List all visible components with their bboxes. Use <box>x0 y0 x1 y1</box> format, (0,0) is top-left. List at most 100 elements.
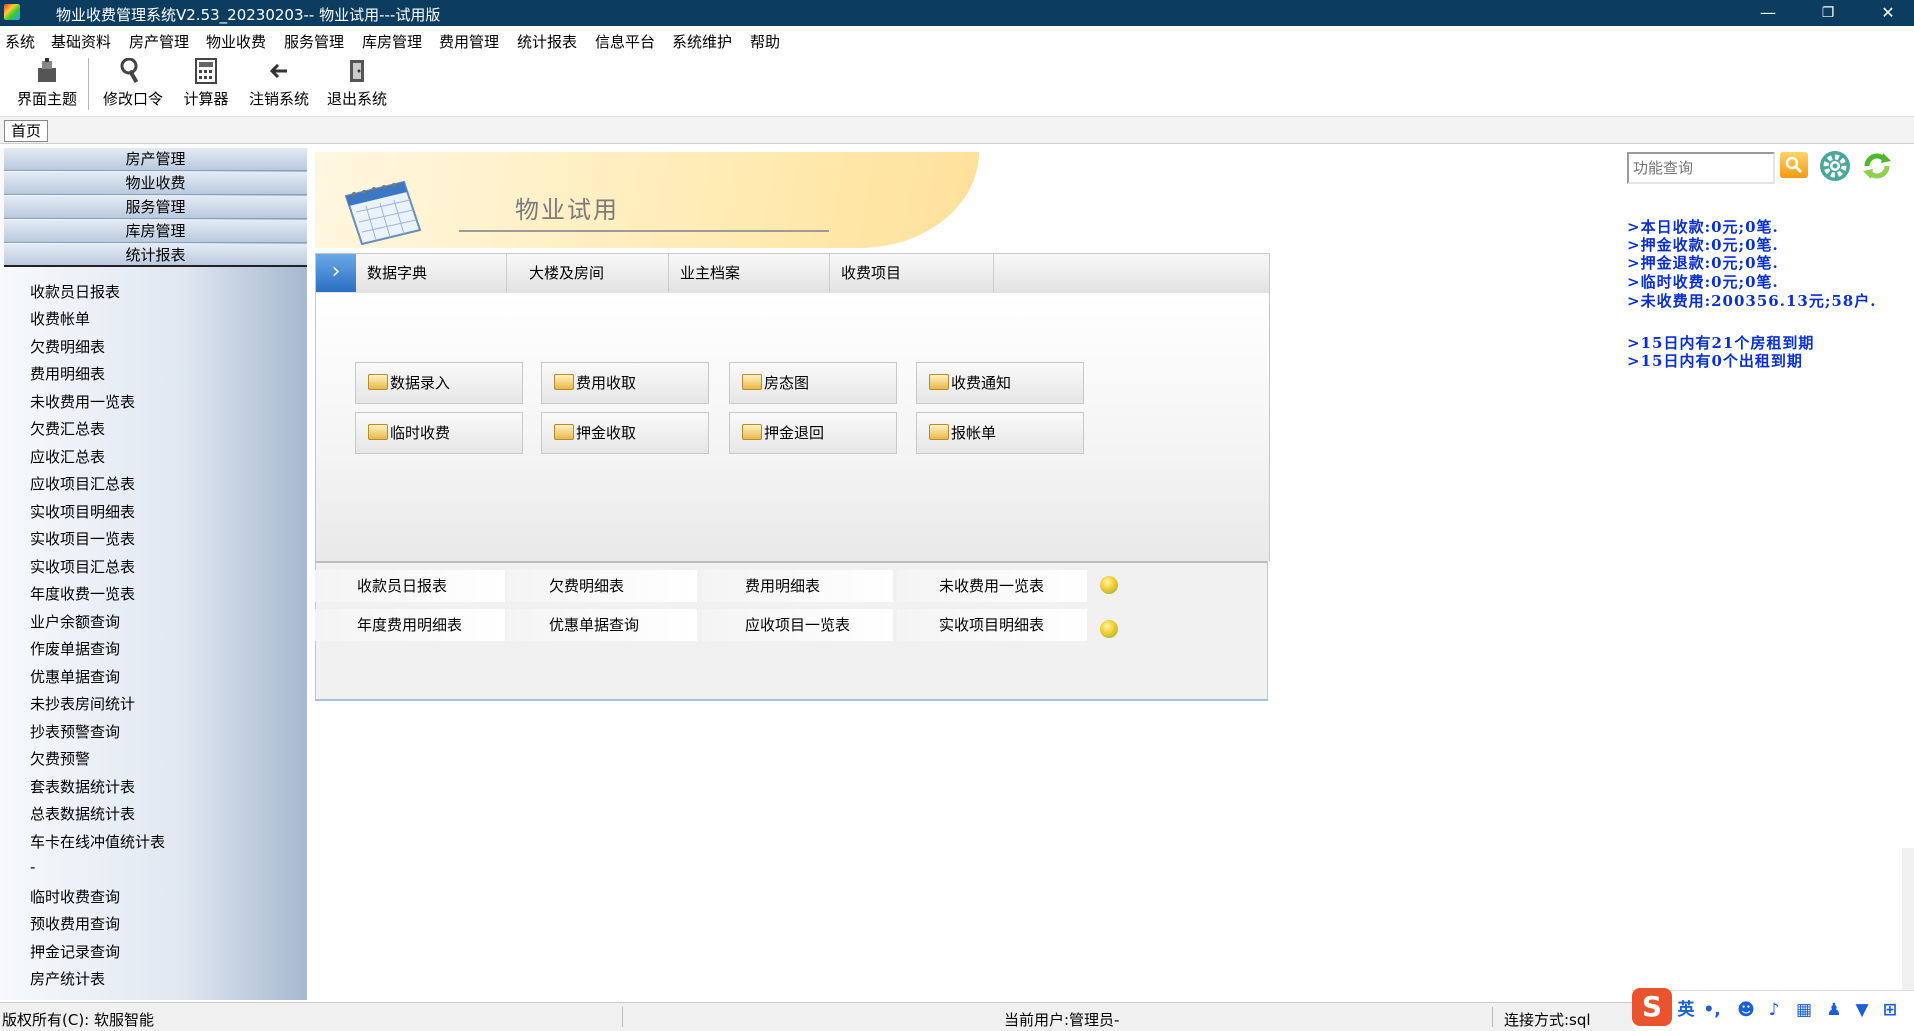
report-link[interactable]: 实收项目明细表 <box>897 609 1087 641</box>
menu-help[interactable]: 帮助 <box>750 31 780 52</box>
tab-fee-items[interactable]: 收费项目 <box>831 254 994 292</box>
sidebar-item[interactable]: 抄表预警查询 <box>30 721 120 742</box>
temporary-fee-button[interactable]: 临时收费 <box>355 412 523 454</box>
report-link[interactable]: 年度费用明细表 <box>315 609 505 641</box>
keyboard-icon[interactable]: ▦ <box>1794 1000 1814 1020</box>
fee-notice-button[interactable]: 收费通知 <box>916 362 1084 404</box>
function-search-input[interactable] <box>1627 152 1775 184</box>
report-link[interactable]: 收款员日报表 <box>315 570 505 602</box>
report-link[interactable]: 未收费用一览表 <box>897 570 1087 602</box>
logout-button[interactable]: 注销系统 <box>246 56 312 112</box>
ime-logo-icon[interactable]: S <box>1632 988 1672 1026</box>
minimize-button[interactable]: — <box>1745 0 1791 26</box>
toolbar-separator <box>88 58 89 110</box>
deposit-collection-button[interactable]: 押金收取 <box>541 412 709 454</box>
search-button[interactable] <box>1780 152 1808 178</box>
tool-label: 计算器 <box>183 90 229 108</box>
menu-property[interactable]: 房产管理 <box>129 31 189 52</box>
sidebar-item[interactable]: 套表数据统计表 <box>30 776 135 797</box>
folder-icon <box>929 374 949 390</box>
menu-expense[interactable]: 费用管理 <box>439 31 499 52</box>
tab-owner-records[interactable]: 业主档案 <box>670 254 830 292</box>
exit-button[interactable]: 退出系统 <box>324 56 390 112</box>
tab-data-dictionary[interactable]: 数据字典 <box>357 254 507 292</box>
menu-service[interactable]: 服务管理 <box>284 31 344 52</box>
sidebar-item[interactable]: 费用明细表 <box>30 363 105 384</box>
sidebar-item[interactable]: 实收项目汇总表 <box>30 556 135 577</box>
sidebar-item[interactable]: 应收汇总表 <box>30 446 105 467</box>
sidebar-group-property[interactable]: 房产管理 <box>4 148 307 171</box>
sidebar-item[interactable]: 收费帐单 <box>30 308 90 329</box>
tab-home[interactable]: 首页 <box>4 120 49 142</box>
sidebar-group-fee[interactable]: 物业收费 <box>4 172 307 195</box>
sidebar-group-warehouse[interactable]: 库房管理 <box>4 220 307 243</box>
sidebar-item[interactable]: 业户余额查询 <box>30 611 120 632</box>
grid-menu-icon[interactable]: ⊞ <box>1880 1000 1900 1020</box>
chevron-right-icon: › <box>316 254 356 292</box>
refresh-button[interactable] <box>1860 149 1894 183</box>
report-label: 费用明细表 <box>745 577 821 595</box>
report-link[interactable]: 应收项目一览表 <box>703 609 893 641</box>
report-link[interactable]: 优惠单据查询 <box>507 609 697 641</box>
sidebar-item[interactable]: 年度收费一览表 <box>30 583 135 604</box>
sidebar-item[interactable]: 总表数据统计表 <box>30 803 135 824</box>
sidebar-item[interactable]: 作废单据查询 <box>30 638 120 659</box>
current-user-text: 当前用户:管理员- <box>1004 1011 1120 1029</box>
status-dot-icon <box>1100 620 1118 638</box>
status-separator <box>622 1007 623 1027</box>
skin-icon[interactable]: ▼ <box>1852 1000 1872 1020</box>
vertical-scrollbar[interactable] <box>1902 848 1914 998</box>
data-entry-button[interactable]: 数据录入 <box>355 362 523 404</box>
sidebar-item[interactable]: 应收项目汇总表 <box>30 473 135 494</box>
room-status-map-button[interactable]: 房态图 <box>729 362 897 404</box>
menu-reports[interactable]: 统计报表 <box>517 31 577 52</box>
settings-button[interactable] <box>1818 149 1852 183</box>
sidebar-separator-item: - <box>30 858 36 876</box>
menu-system[interactable]: 系统 <box>5 31 35 52</box>
report-label: 欠费明细表 <box>549 577 625 595</box>
punctuation-icon[interactable]: •, <box>1702 1000 1722 1020</box>
menu-warehouse[interactable]: 库房管理 <box>362 31 422 52</box>
report-label: 实收项目明细表 <box>939 616 1045 634</box>
report-link[interactable]: 费用明细表 <box>703 570 893 602</box>
sidebar-item[interactable]: 临时收费查询 <box>30 886 120 907</box>
sidebar-item[interactable]: 实收项目一览表 <box>30 528 135 549</box>
microphone-icon[interactable]: ♪ <box>1764 1000 1784 1020</box>
report-link[interactable]: 欠费明细表 <box>507 570 697 602</box>
info-lease-expiring[interactable]: >15日内有0个出租到期 <box>1627 350 1803 371</box>
calculator-button[interactable]: 计算器 <box>178 56 234 112</box>
close-button[interactable]: ✕ <box>1865 0 1911 26</box>
sidebar-item[interactable]: 未收费用一览表 <box>30 391 135 412</box>
sidebar-item[interactable]: 欠费汇总表 <box>30 418 105 439</box>
copyright-text: 版权所有(C): 软服智能 <box>2 1011 155 1029</box>
sidebar-group-service[interactable]: 服务管理 <box>4 196 307 219</box>
tab-building-rooms[interactable]: 大楼及房间 <box>519 254 669 292</box>
sidebar-item[interactable]: 房产统计表 <box>30 968 105 989</box>
sidebar-item[interactable]: 预收费用查询 <box>30 913 120 934</box>
sidebar-group-reports[interactable]: 统计报表 <box>4 244 307 267</box>
sidebar-item[interactable]: 收款员日报表 <box>30 281 120 302</box>
sidebar-item[interactable]: 欠费预警 <box>30 748 90 769</box>
sidebar-item[interactable]: 押金记录查询 <box>30 941 120 962</box>
menu-bar: 系统 基础资料 房产管理 物业收费 服务管理 库房管理 费用管理 统计报表 信息… <box>0 26 1914 52</box>
report-sheet-button[interactable]: 报帐单 <box>916 412 1084 454</box>
theme-button[interactable]: 界面主题 <box>14 56 80 112</box>
change-password-button[interactable]: 修改口令 <box>100 56 166 112</box>
menu-fee[interactable]: 物业收费 <box>206 31 266 52</box>
sidebar-item[interactable]: 车卡在线冲值统计表 <box>30 831 165 852</box>
fee-collection-button[interactable]: 费用收取 <box>541 362 709 404</box>
deposit-refund-button[interactable]: 押金退回 <box>729 412 897 454</box>
user-icon[interactable]: ♟ <box>1824 1000 1844 1020</box>
menu-base-data[interactable]: 基础资料 <box>51 31 111 52</box>
panel-bottom-border <box>315 699 1268 701</box>
sidebar-item[interactable]: 未抄表房间统计 <box>30 693 135 714</box>
restore-button[interactable]: ❐ <box>1805 0 1851 26</box>
report-label: 未收费用一览表 <box>939 577 1045 595</box>
sidebar-item[interactable]: 实收项目明细表 <box>30 501 135 522</box>
menu-info-platform[interactable]: 信息平台 <box>595 31 655 52</box>
emoji-icon[interactable]: ☻ <box>1736 1000 1756 1020</box>
ime-language-toggle[interactable]: 英 <box>1676 1000 1696 1020</box>
sidebar-item[interactable]: 欠费明细表 <box>30 336 105 357</box>
sidebar-item[interactable]: 优惠单据查询 <box>30 666 120 687</box>
menu-maintenance[interactable]: 系统维护 <box>672 31 732 52</box>
